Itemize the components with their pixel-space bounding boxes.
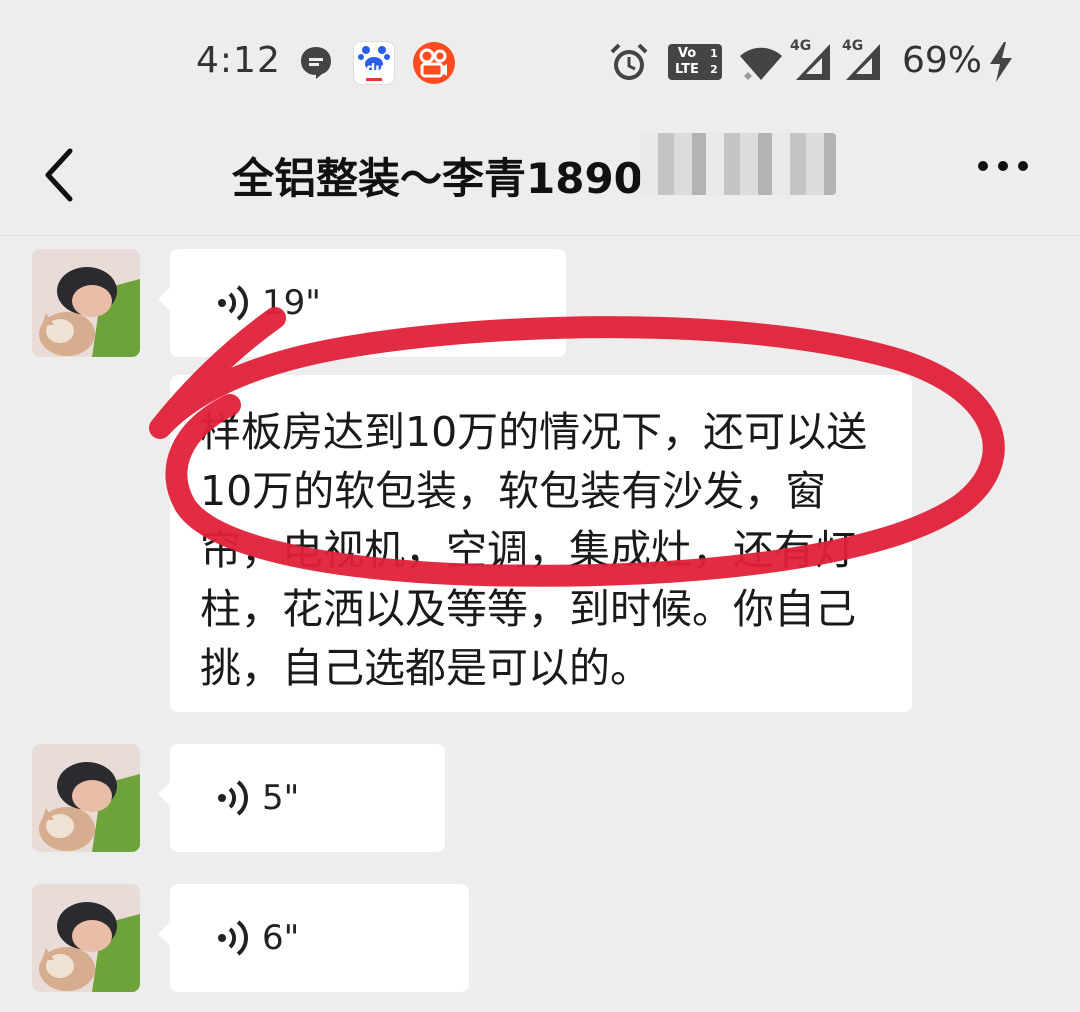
avatar[interactable] (32, 744, 140, 852)
voice-message-bubble[interactable]: 19" (158, 249, 566, 357)
wifi-icon (740, 47, 782, 80)
text-message-bubble[interactable]: 样板房达到10万的情况下，还可以送10万的软包装，软包装有沙发，窗帘，电视机，空… (170, 375, 912, 712)
kuaishou-icon (413, 42, 455, 84)
redacted-phone-number (640, 133, 836, 195)
voice-message-bubble[interactable]: 5" (158, 744, 445, 852)
avatar[interactable] (32, 884, 140, 992)
bubble-tail (158, 922, 170, 946)
network-label-1: 4G (790, 38, 812, 54)
chat-title: 全铝整装～李青1890 (232, 154, 643, 203)
back-icon[interactable] (38, 145, 78, 205)
chat-notification-icon (301, 47, 331, 79)
voice-duration: 6" (262, 918, 300, 958)
battery-percent: 69% (902, 40, 983, 81)
baidu-icon: du (353, 41, 395, 85)
status-time: 4:12 (196, 40, 281, 81)
volte-icon: Vo LTE 1 2 (668, 44, 722, 80)
voice-icon (218, 920, 248, 956)
voice-duration: 19" (262, 283, 321, 323)
network-label-2: 4G (842, 38, 864, 54)
voice-message-bubble[interactable]: 6" (158, 884, 469, 992)
chat-header: 全铝整装～李青1890 (0, 125, 1080, 236)
sim-text: 1 2 (710, 47, 718, 76)
more-icon[interactable] (976, 159, 1030, 173)
bubble-tail (158, 287, 170, 311)
status-bar: 4:12 du Vo LTE 1 2 4G 4G 69% (0, 0, 1080, 125)
voice-icon (218, 780, 248, 816)
voice-duration: 5" (262, 778, 300, 818)
voice-icon (218, 285, 248, 321)
message-text: 样板房达到10万的情况下，还可以送10万的软包装，软包装有沙发，窗帘，电视机，空… (200, 408, 868, 692)
volte-text: Vo LTE (675, 46, 699, 77)
alarm-icon (610, 43, 648, 80)
bubble-tail (158, 782, 170, 806)
charging-icon (990, 42, 1012, 82)
avatar[interactable] (32, 249, 140, 357)
baidu-logo-text: du (366, 62, 385, 77)
